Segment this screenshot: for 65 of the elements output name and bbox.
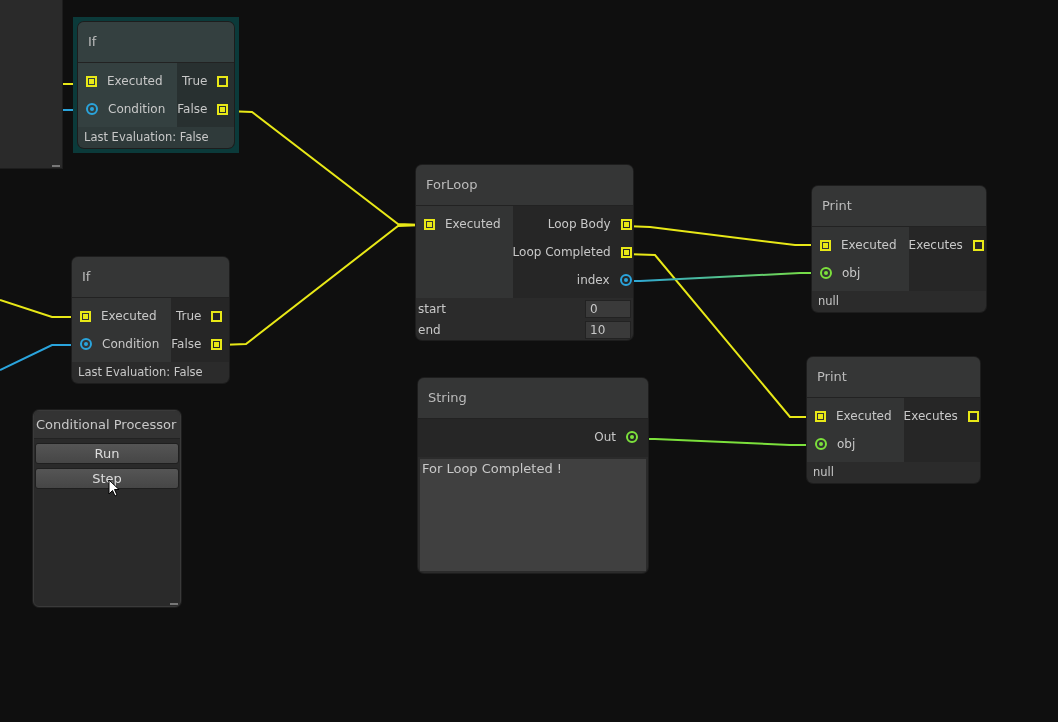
graph-node[interactable]: String Out For Loop Completed ! (418, 378, 648, 573)
resize-handle[interactable] (52, 165, 60, 167)
text-area[interactable]: For Loop Completed ! (420, 459, 646, 571)
exec-port-icon[interactable] (211, 310, 223, 322)
port-label: Executed (841, 238, 897, 252)
port-label: Executed (836, 409, 892, 423)
port-label: obj (842, 266, 861, 280)
graph-node[interactable]: If Executed Condition True False Last Evaluation: False (72, 257, 229, 383)
port-label: Loop Completed (512, 245, 611, 259)
node-title: If (72, 257, 229, 298)
field-label: start (418, 301, 446, 316)
port-label: True (175, 309, 202, 323)
panel-button[interactable]: Step (35, 468, 179, 489)
value-port-icon[interactable] (619, 274, 632, 286)
node-status-text: null (817, 293, 840, 310)
exec-port-icon[interactable] (815, 410, 826, 422)
value-port-icon[interactable] (626, 431, 638, 443)
exec-port-icon[interactable] (967, 410, 979, 422)
exec-port-icon[interactable] (424, 218, 435, 230)
panel-title: Conditional Processor (34, 411, 180, 439)
port-label: index (576, 273, 610, 287)
exec-port-icon[interactable] (620, 218, 632, 230)
port-label: Executed (101, 309, 157, 323)
node-panel[interactable] (0, 0, 62, 168)
port-label: Executes (903, 409, 958, 423)
number-field[interactable]: 0 (585, 299, 631, 318)
node-title: If (78, 22, 234, 63)
panel-button[interactable]: Run (35, 443, 179, 464)
node-status-text: Last Evaluation: False (83, 129, 210, 146)
port-label: False (171, 337, 202, 351)
field-label: end (418, 322, 441, 337)
value-port-icon[interactable] (86, 103, 98, 115)
port-label: True (181, 74, 208, 88)
port-label: False (177, 102, 208, 116)
port-label: Executed (107, 74, 163, 88)
exec-port-icon[interactable] (80, 310, 91, 322)
port-label: Out (594, 430, 616, 444)
value-port-icon[interactable] (820, 267, 832, 279)
exec-port-icon[interactable] (217, 103, 229, 115)
exec-port-icon[interactable] (620, 246, 632, 258)
exec-port-icon[interactable] (211, 338, 223, 350)
graph-node[interactable]: Print Executed obj Executes null (807, 357, 980, 483)
resize-handle[interactable] (170, 603, 178, 605)
port-label: Condition (108, 102, 166, 116)
exec-port-icon[interactable] (217, 75, 229, 87)
graph-node[interactable]: Print Executed obj Executes null (812, 186, 986, 312)
port-label: Executes (908, 238, 963, 252)
node-title: Print (807, 357, 980, 398)
port-label: obj (837, 437, 856, 451)
port-label: Loop Body (547, 217, 611, 231)
exec-port-icon[interactable] (820, 239, 831, 251)
graph-node[interactable]: ForLoop Executed Loop Body Loop Completed index start 0 end 10 (416, 165, 633, 340)
node-status-text: null (812, 464, 835, 481)
number-field[interactable]: 10 (585, 320, 631, 339)
value-port-icon[interactable] (815, 438, 827, 450)
port-label: Condition (102, 337, 160, 351)
graph-node[interactable]: If Executed Condition True False Last Evaluation: False (78, 22, 234, 148)
node-title: Print (812, 186, 986, 227)
node-status-text: Last Evaluation: False (77, 364, 204, 381)
exec-port-icon[interactable] (972, 239, 984, 251)
node-title: String (418, 378, 648, 419)
exec-port-icon[interactable] (86, 75, 97, 87)
node-title: ForLoop (416, 165, 633, 206)
port-label: Executed (445, 217, 501, 231)
value-port-icon[interactable] (80, 338, 92, 350)
